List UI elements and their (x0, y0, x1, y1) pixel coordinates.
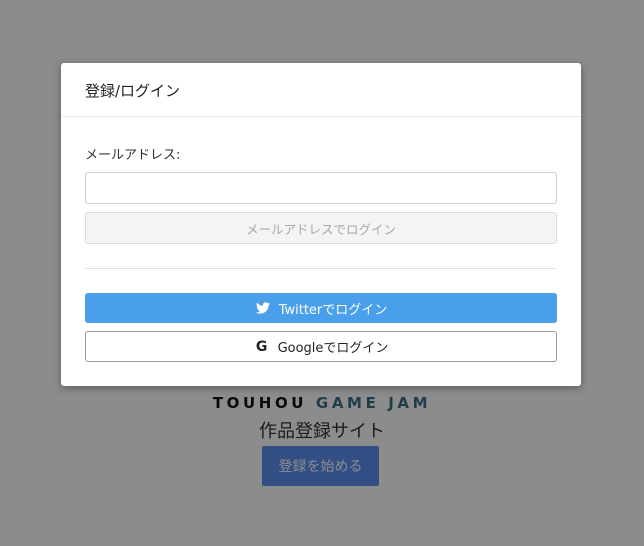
page: TOUHOU GAME JAM 作品登録サイト 登録を始める 登録/ログイン メ… (0, 0, 644, 546)
twitter-login-button[interactable]: Twitterでログイン (85, 293, 557, 323)
email-login-button[interactable]: メールアドレスでログイン (85, 212, 557, 244)
login-modal: 登録/ログイン メールアドレス: メールアドレスでログイン Twitterでログ… (61, 63, 581, 386)
email-input[interactable] (85, 172, 557, 204)
divider (85, 268, 557, 269)
twitter-login-label: Twitterでログイン (278, 302, 388, 318)
modal-header: 登録/ログイン (61, 63, 581, 117)
twitter-bird-icon (255, 300, 271, 316)
google-login-label: Googleでログイン (277, 341, 389, 356)
google-g-icon: G (255, 338, 268, 355)
google-login-button[interactable]: G Googleでログイン (85, 331, 557, 362)
email-label: メールアドレス: (85, 148, 181, 163)
modal-title: 登録/ログイン (85, 82, 181, 100)
